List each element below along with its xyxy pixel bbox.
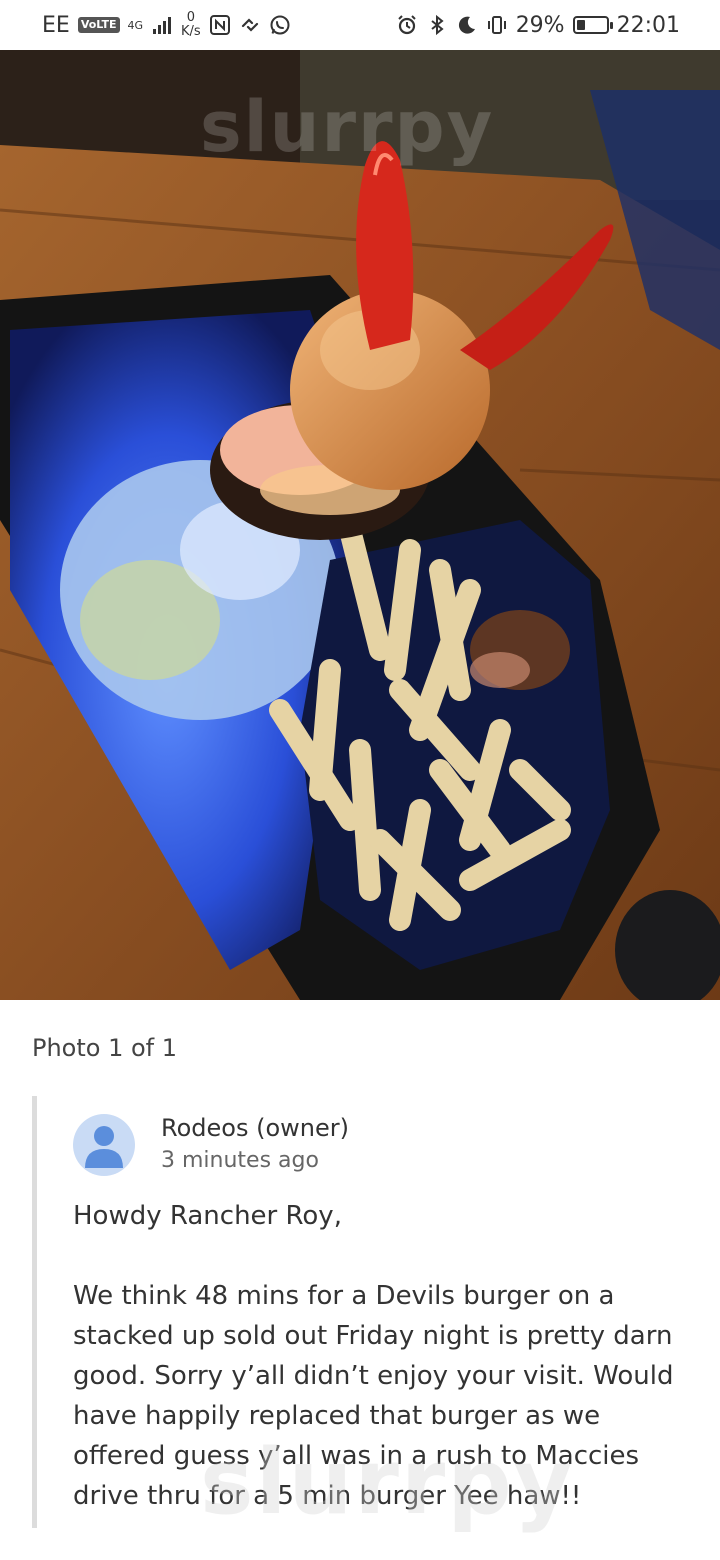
photo-counter: Photo 1 of 1 — [32, 1034, 178, 1062]
carrier-label: EE — [42, 12, 70, 38]
link-icon — [241, 18, 258, 32]
status-bar: EE VoLTE 4G 0 K/s 29% 22:01 — [0, 0, 720, 50]
speed-unit: K/s — [181, 24, 201, 39]
reply-author: Rodeos (owner) — [161, 1114, 349, 1142]
reply-greeting: Howdy Rancher Roy, — [73, 1201, 342, 1231]
alarm-icon — [397, 15, 416, 35]
network-speed: 0 K/s — [181, 11, 201, 39]
status-left: EE VoLTE 4G 0 K/s — [42, 11, 291, 39]
reply-body: Howdy Rancher Roy, We think 48 mins for … — [73, 1196, 693, 1516]
whatsapp-icon — [270, 15, 290, 35]
owner-reply: Rodeos (owner) 3 minutes ago Howdy Ranch… — [32, 1096, 692, 1528]
network-type: 4G — [127, 18, 144, 32]
volte-badge: VoLTE — [77, 17, 120, 33]
speed-value: 0 — [186, 10, 196, 25]
user-icon — [85, 1126, 123, 1168]
status-right: 29% 22:01 — [396, 13, 680, 38]
food-photo[interactable]: slurrpy — [0, 50, 720, 1000]
reply-message: We think 48 mins for a Devils burger on … — [73, 1281, 674, 1511]
do-not-disturb-moon-icon — [458, 16, 475, 34]
nfc-icon — [209, 15, 230, 35]
battery-percent: 29% — [515, 12, 565, 38]
battery-icon — [572, 16, 613, 34]
food-photo-illustration — [0, 50, 720, 1000]
avatar — [73, 1114, 135, 1176]
signal-icon — [153, 17, 172, 34]
reply-timestamp: 3 minutes ago — [161, 1148, 319, 1173]
clock: 22:01 — [616, 12, 680, 38]
vibrate-icon — [487, 16, 506, 34]
bluetooth-icon — [431, 14, 444, 36]
battery-level — [576, 20, 585, 30]
